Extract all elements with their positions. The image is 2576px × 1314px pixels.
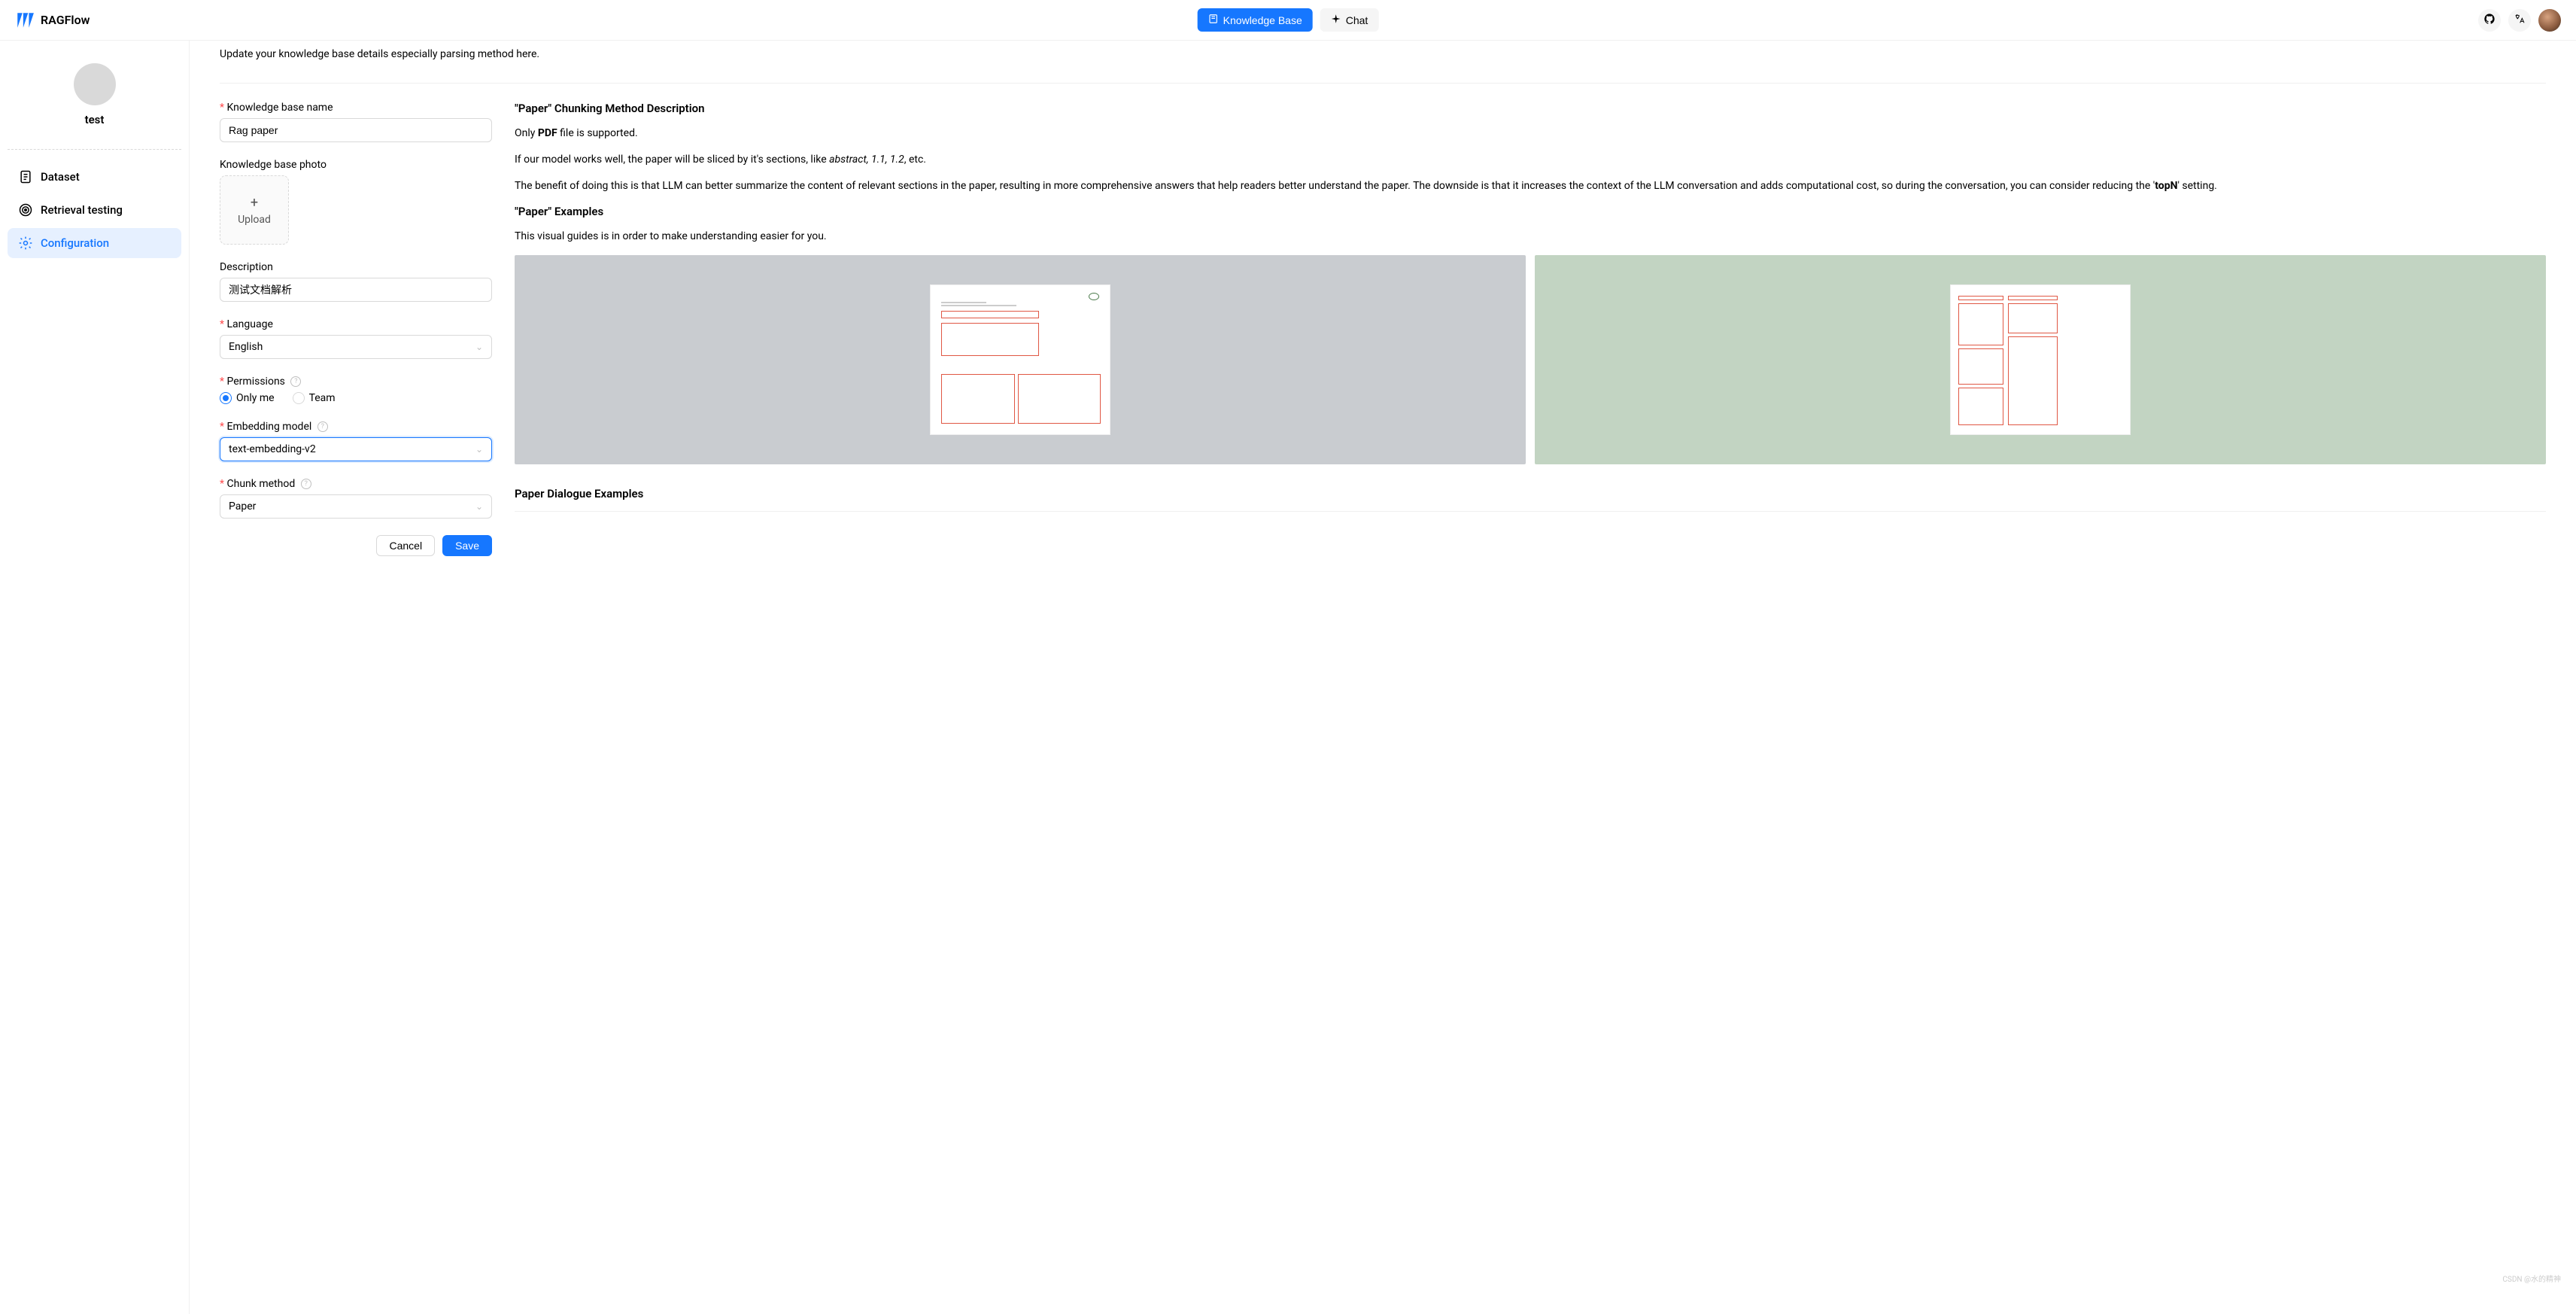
- page-subtitle: Update your knowledge base details espec…: [220, 48, 2546, 60]
- examples-row: [515, 255, 2546, 464]
- logo[interactable]: RAGFlow: [15, 11, 90, 30]
- top-nav: Knowledge Base Chat: [1198, 8, 1379, 32]
- divider: [220, 83, 2546, 84]
- sidebar-divider: [8, 149, 181, 150]
- chevron-down-icon: ⌄: [475, 342, 483, 352]
- kb-photo-label: Knowledge base photo: [220, 159, 492, 171]
- sidebar-item-configuration[interactable]: Configuration: [8, 228, 181, 258]
- cancel-button[interactable]: Cancel: [376, 535, 435, 556]
- radio-label: Team: [309, 392, 336, 404]
- nav-knowledge-base[interactable]: Knowledge Base: [1198, 8, 1313, 32]
- radio-only-me[interactable]: Only me: [220, 392, 275, 404]
- logo-text: RAGFlow: [41, 13, 90, 27]
- workspace-name: test: [8, 113, 181, 126]
- book-icon: [1208, 14, 1219, 26]
- divider: [515, 511, 2546, 512]
- main-content: Update your knowledge base details espec…: [190, 41, 2576, 1314]
- example-card-2[interactable]: [1535, 255, 2546, 464]
- translate-icon: [2514, 13, 2526, 28]
- github-icon: [2483, 13, 2496, 28]
- nav-chat[interactable]: Chat: [1320, 8, 1379, 32]
- language-select[interactable]: English ⌄: [220, 335, 492, 359]
- top-bar: RAGFlow Knowledge Base Chat: [0, 0, 2576, 41]
- paper-thumb: [930, 284, 1110, 435]
- language-label: Language: [220, 318, 492, 330]
- benefit-text: The benefit of doing this is that LLM ca…: [515, 178, 2546, 194]
- document-icon: [18, 169, 33, 184]
- example-card-1[interactable]: [515, 255, 1526, 464]
- sparkle-icon: [1331, 14, 1341, 26]
- sidebar-item-retrieval[interactable]: Retrieval testing: [8, 195, 181, 225]
- radio-team[interactable]: Team: [293, 392, 336, 404]
- chunk-select[interactable]: Paper ⌄: [220, 494, 492, 519]
- language-button[interactable]: [2508, 9, 2531, 32]
- dialogue-heading: Paper Dialogue Examples: [515, 487, 2546, 500]
- examples-heading: "Paper" Examples: [515, 205, 2546, 218]
- select-value: text-embedding-v2: [229, 443, 316, 455]
- upload-text: Upload: [238, 214, 271, 226]
- sidebar: test Dataset Retrieval testing Configura…: [0, 41, 190, 1314]
- radio-circle: [293, 392, 305, 404]
- chunking-desc-heading: "Paper" Chunking Method Description: [515, 102, 2546, 115]
- sidebar-item-label: Configuration: [41, 236, 109, 250]
- plus-icon: +: [251, 195, 258, 211]
- sidebar-item-label: Dataset: [41, 170, 80, 184]
- help-icon[interactable]: ?: [301, 479, 311, 489]
- paper-thumb: [1950, 284, 2131, 435]
- permissions-label: Permissions ?: [220, 376, 492, 388]
- nav-label: Chat: [1346, 14, 1368, 26]
- top-right-controls: [2478, 9, 2561, 32]
- help-icon[interactable]: ?: [317, 421, 328, 432]
- user-avatar[interactable]: [2538, 9, 2561, 32]
- radio-circle-checked: [220, 392, 232, 404]
- save-button[interactable]: Save: [442, 535, 492, 556]
- select-value: Paper: [229, 500, 256, 513]
- select-value: English: [229, 341, 263, 353]
- help-icon[interactable]: ?: [290, 376, 301, 387]
- info-panel: "Paper" Chunking Method Description Only…: [515, 102, 2546, 556]
- description-input[interactable]: [220, 278, 492, 302]
- workspace-avatar: [74, 63, 116, 105]
- github-button[interactable]: [2478, 9, 2501, 32]
- examples-caption: This visual guides is in order to make u…: [515, 229, 2546, 245]
- chevron-down-icon: ⌄: [475, 501, 483, 512]
- sidebar-item-label: Retrieval testing: [41, 203, 123, 217]
- watermark: CSDN @水的精神: [2502, 1273, 2561, 1284]
- upload-area[interactable]: + Upload: [220, 175, 289, 245]
- config-form: Knowledge base name Knowledge base photo…: [220, 102, 492, 556]
- chunk-label: Chunk method ?: [220, 478, 492, 490]
- gear-icon: [18, 236, 33, 251]
- nav-label: Knowledge Base: [1223, 14, 1302, 26]
- kb-name-input[interactable]: [220, 118, 492, 142]
- target-icon: [18, 202, 33, 217]
- embedding-label: Embedding model ?: [220, 421, 492, 433]
- chevron-down-icon: ⌄: [475, 444, 483, 455]
- sidebar-item-dataset[interactable]: Dataset: [8, 162, 181, 192]
- workspace-header: test: [8, 56, 181, 141]
- kb-name-label: Knowledge base name: [220, 102, 492, 114]
- logo-icon: [15, 11, 35, 30]
- support-text: Only PDF file is supported.: [515, 126, 2546, 141]
- description-label: Description: [220, 261, 492, 273]
- sliced-text: If our model works well, the paper will …: [515, 152, 2546, 168]
- radio-label: Only me: [236, 392, 275, 404]
- embedding-select[interactable]: text-embedding-v2 ⌄: [220, 437, 492, 461]
